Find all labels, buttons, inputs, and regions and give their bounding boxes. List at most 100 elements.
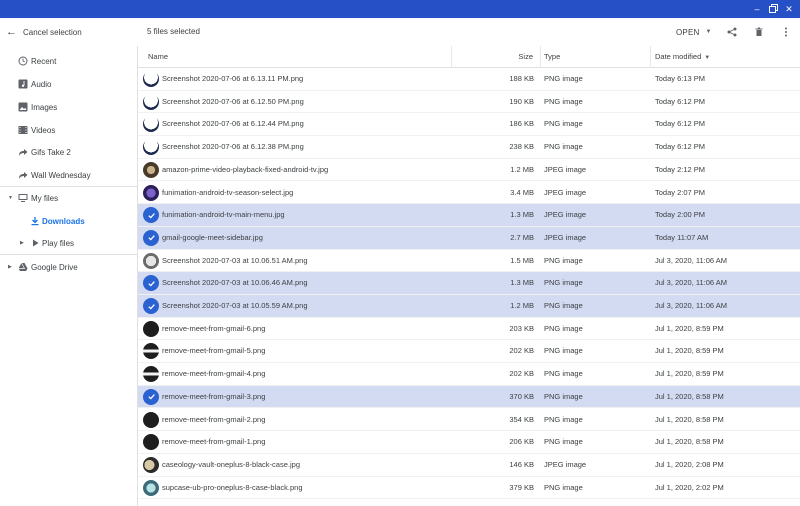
column-separator bbox=[540, 46, 541, 68]
file-type: PNG image bbox=[544, 142, 583, 152]
table-row[interactable]: amazon-prime-video-playback-fixed-androi… bbox=[138, 158, 800, 182]
table-row[interactable]: Screenshot 2020-07-03 at 10.06.46 AM.png… bbox=[138, 272, 800, 295]
column-header-type[interactable]: Type bbox=[544, 46, 560, 68]
column-header-date[interactable]: Date modified ▼ bbox=[655, 46, 710, 68]
maximize-icon[interactable] bbox=[766, 2, 780, 16]
file-type: PNG image bbox=[544, 323, 583, 333]
checkmark-icon[interactable] bbox=[143, 298, 159, 314]
file-thumbnail[interactable] bbox=[143, 252, 159, 269]
table-row[interactable]: funimation-android-tv-main-menu.jpg 1.3 M… bbox=[138, 204, 800, 227]
table-row[interactable]: remove-meet-from-gmail-6.png 203 KB PNG im… bbox=[138, 317, 800, 341]
file-thumbnail[interactable] bbox=[143, 320, 159, 337]
file-thumbnail[interactable] bbox=[143, 139, 159, 156]
column-header-name[interactable]: Name bbox=[148, 46, 168, 68]
sidebar-item-gifs-take-2[interactable]: Gifs Take 2 bbox=[0, 142, 137, 162]
close-window-icon[interactable]: ✕ bbox=[782, 2, 796, 16]
file-date: Today 6:12 PM bbox=[655, 142, 706, 152]
checkmark-icon[interactable] bbox=[143, 229, 159, 246]
table-row[interactable]: remove-meet-from-gmail-3.png 370 KB PNG im… bbox=[138, 385, 800, 409]
file-date: Jul 3, 2020, 11:06 AM bbox=[655, 301, 727, 310]
file-type: PNG image bbox=[544, 301, 583, 310]
table-row[interactable]: remove-meet-from-gmail-2.png 354 KB PNG im… bbox=[138, 408, 800, 432]
scrollbar[interactable] bbox=[794, 68, 800, 506]
file-type: JPEG image bbox=[544, 164, 587, 174]
file-size: 3.4 MB bbox=[510, 187, 534, 197]
expand-caret-icon[interactable]: ▶ bbox=[20, 240, 24, 246]
checkmark-icon[interactable] bbox=[143, 388, 159, 405]
sidebar-item-videos[interactable]: Videos bbox=[0, 120, 137, 140]
table-row[interactable]: remove-meet-from-gmail-1.png 206 KB PNG im… bbox=[138, 431, 800, 454]
table-row[interactable]: Screenshot 2020-07-06 at 6.12.50 PM.png 1… bbox=[138, 90, 800, 114]
file-type: PNG image bbox=[544, 119, 583, 129]
sidebar-item-label: Recent bbox=[31, 56, 57, 66]
sidebar-item-downloads[interactable]: Downloads bbox=[0, 211, 137, 231]
table-row[interactable]: remove-meet-from-gmail-4.png 202 KB PNG im… bbox=[138, 363, 800, 386]
table-row[interactable]: remove-meet-from-gmail-5.png 202 KB PNG im… bbox=[138, 340, 800, 364]
sidebar-item-audio[interactable]: Audio bbox=[0, 74, 137, 94]
delete-icon[interactable] bbox=[752, 25, 766, 39]
table-row[interactable]: Screenshot 2020-07-03 at 10.06.51 AM.png… bbox=[138, 249, 800, 273]
file-thumbnail[interactable] bbox=[143, 116, 159, 133]
sidebar-item-label: Gifs Take 2 bbox=[31, 147, 71, 157]
file-size: 354 KB bbox=[509, 414, 534, 424]
minimize-icon[interactable]: – bbox=[750, 2, 764, 16]
file-name: supcase-ub-pro-oneplus-8-case-black.png bbox=[162, 482, 303, 492]
file-thumbnail[interactable] bbox=[143, 479, 159, 496]
table-row[interactable]: Screenshot 2020-07-06 at 6.13.11 PM.png 1… bbox=[138, 68, 800, 91]
file-size: 379 KB bbox=[509, 482, 534, 492]
file-name: funimation-android-tv-season-select.jpg bbox=[162, 187, 294, 197]
file-thumbnail[interactable] bbox=[143, 456, 159, 473]
file-date: Today 2:00 PM bbox=[655, 210, 706, 220]
table-row[interactable]: supcase-ub-pro-oneplus-8-case-black.png 3… bbox=[138, 476, 800, 500]
more-options-icon[interactable] bbox=[779, 25, 793, 39]
dropdown-caret-icon: ▼ bbox=[705, 29, 712, 35]
file-thumbnail[interactable] bbox=[143, 184, 159, 201]
file-thumbnail[interactable] bbox=[143, 366, 159, 383]
image-icon bbox=[18, 102, 28, 112]
back-arrow-icon: ← bbox=[6, 26, 17, 38]
sidebar-item-google-drive[interactable]: ▶ Google Drive bbox=[0, 257, 137, 277]
file-size: 370 KB bbox=[509, 391, 534, 401]
shared-arrow-icon bbox=[18, 147, 28, 157]
table-row[interactable]: Screenshot 2020-07-06 at 6.12.44 PM.png 1… bbox=[138, 113, 800, 137]
file-date: Jul 1, 2020, 2:02 PM bbox=[655, 482, 724, 492]
sidebar-item-images[interactable]: Images bbox=[0, 97, 137, 117]
cancel-selection-button[interactable]: ← Cancel selection bbox=[6, 23, 82, 41]
file-date: Jul 3, 2020, 11:06 AM bbox=[655, 255, 727, 265]
sidebar: Recent Audio Images Videos Gifs Take 2 W… bbox=[0, 46, 137, 506]
share-icon[interactable] bbox=[725, 25, 739, 39]
expand-caret-icon[interactable]: ▶ bbox=[8, 264, 12, 270]
checkmark-icon[interactable] bbox=[143, 275, 159, 292]
collapse-caret-icon[interactable]: ▼ bbox=[8, 195, 13, 201]
file-thumbnail[interactable] bbox=[143, 434, 159, 451]
file-name: remove-meet-from-gmail-5.png bbox=[162, 346, 266, 356]
table-row[interactable]: Screenshot 2020-07-06 at 6.12.38 PM.png 2… bbox=[138, 136, 800, 159]
file-thumbnail[interactable] bbox=[143, 161, 159, 178]
sidebar-item-wall-wednesday[interactable]: Wall Wednesday bbox=[0, 165, 137, 185]
file-thumbnail[interactable] bbox=[143, 93, 159, 110]
file-thumbnail[interactable] bbox=[143, 411, 159, 428]
shared-arrow-icon bbox=[18, 170, 28, 180]
sidebar-item-recent[interactable]: Recent bbox=[0, 51, 137, 71]
file-name: remove-meet-from-gmail-1.png bbox=[162, 437, 266, 447]
file-thumbnail[interactable] bbox=[143, 71, 159, 87]
table-row[interactable]: caseology-vault-oneplus-8-black-case.jpg… bbox=[138, 453, 800, 477]
sort-descending-icon: ▼ bbox=[704, 55, 711, 61]
file-size: 188 KB bbox=[509, 74, 534, 83]
column-header-size[interactable]: Size bbox=[518, 46, 533, 68]
sidebar-item-my-files[interactable]: ▼ My files bbox=[0, 188, 137, 208]
table-row[interactable]: funimation-android-tv-season-select.jpg 3… bbox=[138, 181, 800, 205]
sidebar-item-label: Wall Wednesday bbox=[31, 170, 91, 180]
file-size: 146 KB bbox=[509, 459, 534, 469]
file-date: Jul 1, 2020, 8:58 PM bbox=[655, 414, 724, 424]
checkmark-icon[interactable] bbox=[143, 207, 159, 224]
file-type: PNG image bbox=[544, 391, 583, 401]
table-row[interactable]: Screenshot 2020-07-03 at 10.05.59 AM.png… bbox=[138, 295, 800, 318]
file-size: 186 KB bbox=[509, 119, 534, 129]
file-size: 190 KB bbox=[509, 96, 534, 106]
table-row[interactable]: gmail-google-meet-sidebar.jpg 2.7 MB JPEG … bbox=[138, 226, 800, 250]
open-button[interactable]: OPEN ▼ bbox=[676, 25, 712, 39]
file-thumbnail[interactable] bbox=[143, 343, 159, 360]
file-type: JPEG image bbox=[544, 210, 587, 220]
sidebar-item-play-files[interactable]: ▶ Play files bbox=[0, 233, 137, 253]
